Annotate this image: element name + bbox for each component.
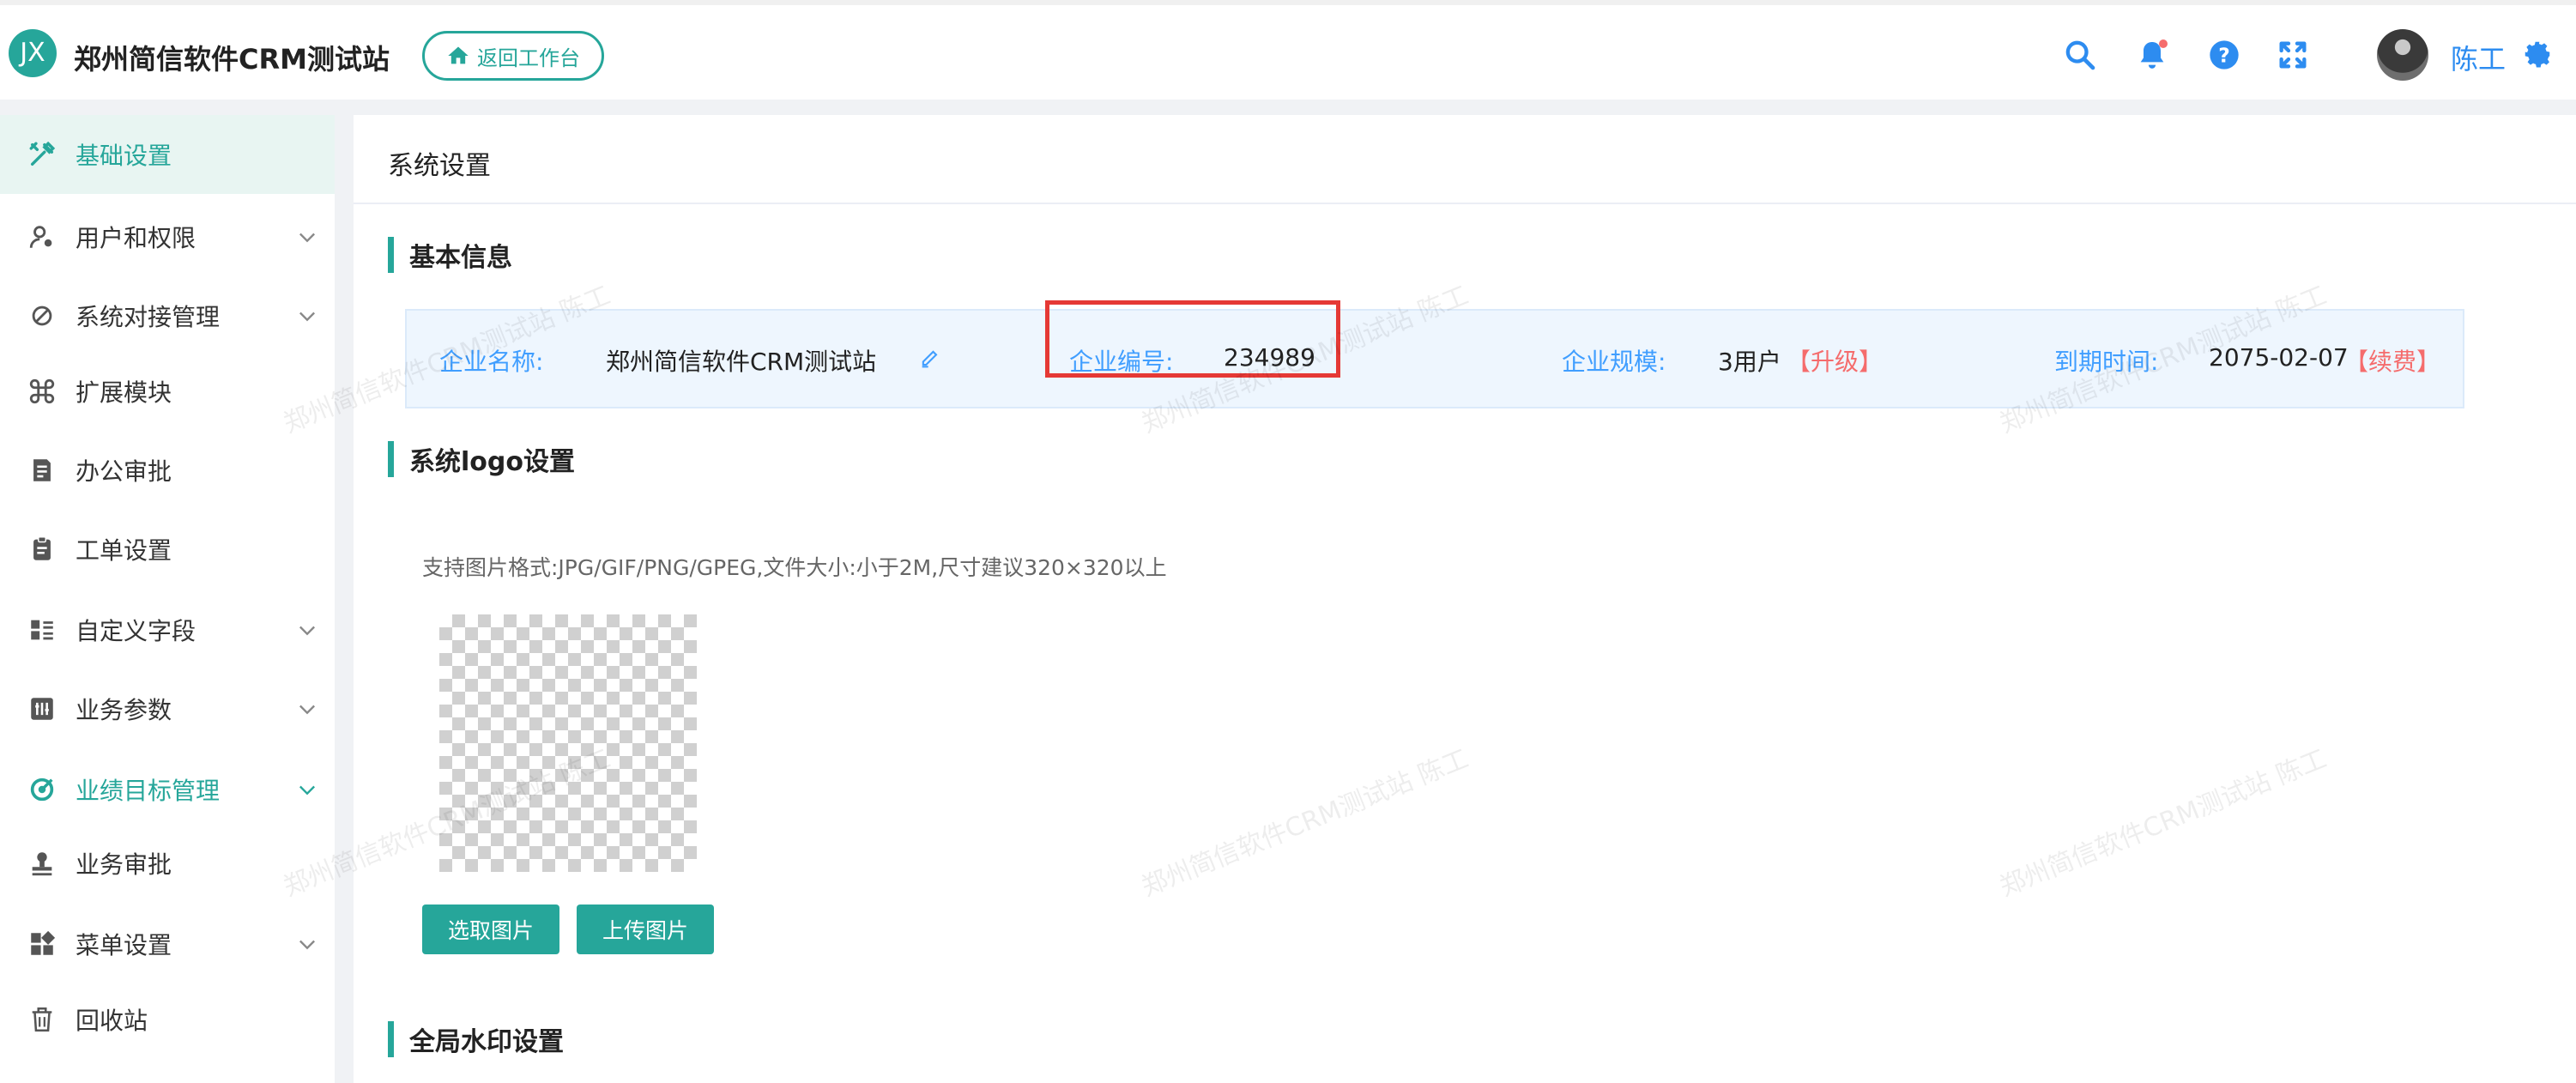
company-info-box: 企业名称: 郑州简信软件CRM测试站 企业编号: 234989 企业规模: 3用…: [405, 300, 2464, 408]
sidebar-item-label: 基础设置: [76, 142, 172, 170]
sidebar: 基础设置 用户和权限 系统对接管理 扩展模块 办公审批 工单设置 自定义字段 业…: [0, 115, 335, 1083]
sidebar-item-performance-targets[interactable]: 业绩目标管理: [0, 750, 335, 829]
chevron-down-icon: [295, 697, 319, 721]
sidebar-item-menu-settings[interactable]: 菜单设置: [0, 905, 335, 983]
select-image-button[interactable]: 选取图片: [422, 905, 559, 954]
avatar[interactable]: [2377, 29, 2428, 81]
app-title: 郑州简信软件CRM测试站: [74, 43, 390, 76]
upgrade-link[interactable]: 【升级】: [1787, 343, 1883, 378]
notification-dot: [2159, 39, 2168, 48]
upload-image-button[interactable]: 上传图片: [577, 905, 714, 954]
company-name-value: 郑州简信软件CRM测试站: [606, 348, 877, 376]
chevron-down-icon: [295, 777, 319, 802]
sidebar-item-basic-settings[interactable]: 基础设置: [0, 115, 335, 194]
chevron-down-icon: [295, 932, 319, 956]
title-divider: [354, 203, 2576, 204]
company-id-value: 234989: [1224, 343, 1315, 372]
section-marker: [388, 441, 394, 477]
section-title: 基本信息: [409, 243, 512, 273]
expire-value: 2075-02-07: [2209, 343, 2349, 372]
section-marker: [388, 1021, 394, 1057]
sidebar-item-label: 回收站: [76, 1007, 148, 1035]
section-title: 全局水印设置: [409, 1027, 564, 1057]
section-basic-info: 基本信息: [388, 237, 512, 273]
sidebar-item-users-permissions[interactable]: 用户和权限: [0, 197, 335, 276]
sidebar-item-label: 自定义字段: [76, 617, 197, 645]
gear-icon[interactable]: [2521, 38, 2554, 70]
wrench-icon: [27, 140, 57, 169]
sidebar-item-label: 系统对接管理: [76, 303, 221, 331]
app-logo: JX: [9, 29, 57, 77]
sidebar-item-office-approval[interactable]: 办公审批: [0, 431, 335, 510]
sidebar-item-label: 业务参数: [76, 696, 172, 724]
home-icon: [448, 46, 469, 64]
clipboard-icon: [27, 535, 57, 564]
section-title: 系统logo设置: [409, 447, 575, 477]
edit-icon[interactable]: [918, 347, 942, 371]
sidebar-item-business-approval[interactable]: 业务审批: [0, 824, 335, 903]
command-icon: [27, 377, 57, 406]
sidebar-item-system-integration[interactable]: 系统对接管理: [0, 276, 335, 355]
sidebar-item-label: 用户和权限: [76, 224, 197, 252]
company-name-label: 企业名称:: [439, 348, 544, 376]
sidebar-item-extensions[interactable]: 扩展模块: [0, 352, 335, 431]
stamp-icon: [27, 849, 57, 878]
doc-approve-icon: [27, 456, 57, 485]
watermark-text: 郑州简信软件CRM测试站 陈工: [1137, 743, 1473, 903]
expire-label: 到期时间:: [2054, 348, 2159, 376]
top-header: JX 郑州简信软件CRM测试站 返回工作台 ? 陈工: [0, 0, 2576, 100]
target-icon: [27, 775, 57, 804]
sidebar-item-label: 业务审批: [76, 850, 172, 879]
grid-icon: [27, 929, 57, 959]
logo-format-hint: 支持图片格式:JPG/GIF/PNG/GPEG,文件大小:小于2M,尺寸建议32…: [422, 555, 1167, 580]
sidebar-item-label: 工单设置: [76, 536, 172, 565]
section-watermark: 全局水印设置: [388, 1021, 564, 1057]
chevron-down-icon: [295, 304, 319, 328]
trash-icon: [27, 1005, 57, 1034]
page-title: 系统设置: [388, 151, 491, 181]
back-to-workbench-button[interactable]: 返回工作台: [422, 31, 604, 81]
sidebar-item-custom-fields[interactable]: 自定义字段: [0, 590, 335, 669]
watermark-text: 郑州简信软件CRM测试站 陈工: [1995, 743, 2331, 903]
sidebar-item-label: 办公审批: [76, 457, 172, 486]
help-icon[interactable]: ?: [2207, 38, 2241, 72]
company-scale-value: 3用户: [1718, 348, 1781, 376]
list-icon: [27, 615, 57, 644]
user-key-icon: [27, 222, 57, 251]
chevron-down-icon: [295, 618, 319, 642]
sidebar-item-label: 菜单设置: [76, 931, 172, 959]
user-name[interactable]: 陈工: [2451, 38, 2506, 77]
company-scale-label: 企业规模:: [1562, 348, 1666, 376]
chevron-down-icon: [295, 225, 319, 249]
svg-text:?: ?: [2218, 43, 2230, 67]
sidebar-item-label: 扩展模块: [76, 378, 172, 407]
fullscreen-icon[interactable]: [2276, 38, 2310, 72]
sliders-icon: [27, 694, 57, 723]
plug-icon: [27, 301, 57, 330]
sidebar-item-label: 业绩目标管理: [76, 777, 221, 805]
company-id-label: 企业编号:: [1069, 348, 1174, 376]
sidebar-item-ticket-settings[interactable]: 工单设置: [0, 510, 335, 589]
back-button-label: 返回工作台: [477, 45, 580, 70]
logo-preview[interactable]: [439, 614, 697, 872]
renew-link[interactable]: 【续费】: [2344, 343, 2440, 378]
main-content: 系统设置 基本信息 企业名称: 郑州简信软件CRM测试站 企业编号: 23498…: [280, 115, 2576, 1083]
sidebar-item-business-params[interactable]: 业务参数: [0, 669, 335, 748]
search-icon[interactable]: [2063, 38, 2097, 72]
section-marker: [388, 237, 394, 273]
section-logo: 系统logo设置: [388, 441, 575, 477]
bell-icon[interactable]: [2135, 38, 2169, 72]
sidebar-item-recycle-bin[interactable]: 回收站: [0, 980, 335, 1059]
